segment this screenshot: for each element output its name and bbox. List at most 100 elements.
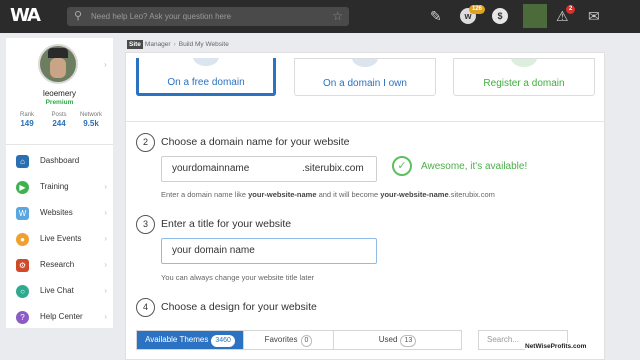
- profile-avatar[interactable]: [38, 44, 78, 84]
- domain-input-value: yourdomainname: [172, 163, 250, 174]
- check-icon: ✓: [392, 156, 412, 176]
- step4-title: Choose a design for your website: [161, 301, 317, 313]
- sidebar-item-live-chat[interactable]: ○ Live Chat ›: [6, 280, 113, 304]
- help-text: .siterubix.com: [448, 190, 495, 199]
- sidebar-item-training[interactable]: ▶ Training ›: [6, 176, 113, 200]
- help-text: and it will become: [316, 190, 381, 199]
- domain-name-input[interactable]: yourdomainname .siterubix.com: [161, 156, 377, 182]
- tab-favorites[interactable]: Favorites 0: [243, 331, 333, 349]
- title-help-text: You can always change your website title…: [161, 273, 315, 282]
- tab-label: Favorites: [264, 335, 298, 344]
- sidebar-item-research[interactable]: ⚙ Research ›: [6, 254, 113, 278]
- chat-icon: ○: [16, 285, 29, 298]
- option-label: Register a domain: [483, 78, 565, 89]
- site-badge[interactable]: Site: [127, 40, 143, 49]
- avatar-face: [50, 58, 66, 78]
- wa-logo[interactable]: WA: [10, 5, 46, 27]
- play-icon: ▶: [16, 181, 29, 194]
- tab-label: Used: [378, 335, 398, 344]
- domain-help-text: Enter a domain name like your-website-na…: [161, 190, 495, 199]
- step3-title: Enter a title for your website: [161, 218, 292, 230]
- help-icon: ?: [16, 311, 29, 324]
- sidebar-item-label: Live Chat: [40, 286, 74, 295]
- research-icon: ⚙: [16, 259, 29, 272]
- option-own-domain[interactable]: On a domain I own: [294, 58, 436, 96]
- sidebar-item-label: Help Center: [40, 312, 83, 321]
- chevron-right-icon: ›: [104, 312, 107, 321]
- user-avatar-thumb[interactable]: [523, 4, 547, 28]
- chevron-right-icon: ›: [104, 182, 107, 191]
- stat-posts[interactable]: Posts 244: [42, 112, 76, 128]
- stat-value: 9.5k: [83, 119, 99, 128]
- globe-icon: [193, 58, 219, 66]
- sidebar-item-label: Websites: [40, 208, 73, 217]
- breadcrumb-current: Build My Website: [178, 41, 229, 48]
- sidebar: › leoemery Premium Rank 149 Posts 244 Ne…: [6, 38, 113, 328]
- star-icon[interactable]: ☆: [332, 7, 343, 26]
- chevron-right-icon: ›: [104, 260, 107, 269]
- stat-network[interactable]: Network 9.5k: [74, 112, 108, 128]
- option-label: On a domain I own: [323, 78, 407, 89]
- tab-label: Available Themes: [145, 335, 209, 344]
- sidebar-item-dashboard[interactable]: ⌂ Dashboard: [6, 150, 113, 174]
- dollar-icon[interactable]: $: [492, 8, 508, 24]
- option-free-domain[interactable]: On a free domain: [136, 58, 276, 96]
- chevron-right-icon: ›: [104, 234, 107, 243]
- register-icon: [511, 59, 537, 67]
- sidebar-item-label: Research: [40, 260, 75, 269]
- step-number: 3: [136, 215, 155, 234]
- notifications-badge: 2: [566, 5, 576, 14]
- websites-icon: W: [16, 207, 29, 220]
- tab-count: 13: [400, 335, 417, 347]
- chevron-right-icon: ›: [104, 208, 107, 217]
- sidebar-item-label: Dashboard: [40, 156, 80, 165]
- globe-icon: [352, 59, 378, 67]
- stat-value: 244: [52, 119, 66, 128]
- site-title-input[interactable]: your domain name: [161, 238, 377, 264]
- stat-rank[interactable]: Rank 149: [10, 112, 44, 128]
- availability-status: Awesome, it's available!: [421, 161, 528, 172]
- stat-value: 149: [20, 119, 34, 128]
- stat-label: Network: [79, 112, 102, 118]
- profile-membership: Premium: [45, 99, 74, 106]
- watermark-text: NetWiseProfits.com: [525, 343, 587, 350]
- breadcrumb-separator: ›: [173, 41, 176, 48]
- step2-title: Choose a domain name for your website: [161, 136, 350, 148]
- help-search-input[interactable]: ⚲ Need help Leo? Ask your question here …: [67, 7, 349, 26]
- tab-count: 0: [300, 335, 313, 347]
- events-icon: ●: [16, 233, 29, 246]
- top-bar: WA ⚲ Need help Leo? Ask your question he…: [0, 0, 640, 33]
- pencil-icon[interactable]: ✎: [430, 7, 442, 25]
- step-number: 4: [136, 298, 155, 317]
- theme-tabs: Available Themes 3460 Favorites 0 Used 13: [136, 330, 462, 350]
- mail-icon[interactable]: ✉: [588, 7, 600, 25]
- help-text: Enter a domain name like: [161, 190, 249, 199]
- sidebar-item-websites[interactable]: W Websites ›: [6, 202, 113, 226]
- stat-label: Rank: [19, 112, 34, 118]
- credits-badge: 126: [469, 5, 486, 14]
- tab-available-themes[interactable]: Available Themes 3460: [137, 331, 243, 349]
- stat-label: Posts: [51, 112, 67, 118]
- step-number: 2: [136, 133, 155, 152]
- tab-used[interactable]: Used 13: [333, 331, 461, 349]
- chevron-right-icon: ›: [104, 286, 107, 295]
- help-example-name: your-website-name: [380, 190, 449, 199]
- sidebar-item-live-events[interactable]: ● Live Events ›: [6, 228, 113, 252]
- profile-username[interactable]: leoemery: [6, 89, 113, 98]
- search-icon: ⚲: [74, 10, 83, 22]
- domain-suffix: .siterubix.com: [302, 163, 364, 174]
- build-website-panel: On a free domain On a domain I own Regis…: [125, 52, 605, 360]
- option-label: On a free domain: [167, 77, 245, 88]
- sidebar-item-label: Live Events: [40, 234, 82, 243]
- sidebar-divider: [6, 144, 113, 145]
- breadcrumb: Site Manager › Build My Website: [127, 40, 229, 49]
- sidebar-item-help-center[interactable]: ? Help Center ›: [6, 306, 113, 330]
- breadcrumb-manager[interactable]: Manager: [145, 41, 171, 48]
- chevron-right-icon[interactable]: ›: [104, 60, 107, 69]
- help-search-placeholder: Need help Leo? Ask your question here: [91, 12, 232, 21]
- option-register-domain[interactable]: Register a domain: [453, 58, 595, 96]
- home-icon: ⌂: [16, 155, 29, 168]
- section-divider: [126, 121, 604, 122]
- tab-count: 3460: [211, 335, 235, 347]
- avatar-hat: [48, 48, 68, 58]
